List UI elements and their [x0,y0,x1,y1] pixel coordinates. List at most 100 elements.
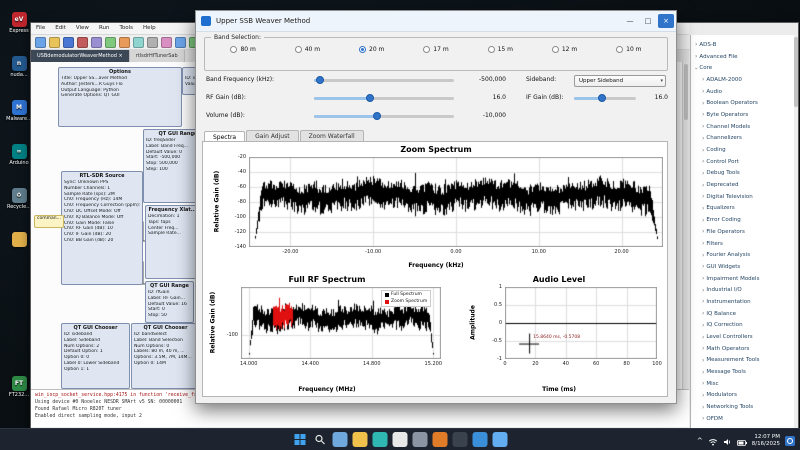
tree-item-fourier-analysis[interactable]: ›Fourier Analysis [691,249,798,261]
block-library-scrollbar[interactable] [794,35,798,428]
tree-item-adalm-2000[interactable]: ›ADALM-2000 [691,74,798,86]
tree-item-digital-television[interactable]: ›Digital Television [691,191,798,203]
tree-item-message-tools[interactable]: ›Message Tools [691,366,798,378]
slider-handle[interactable] [598,94,606,102]
tree-item-byte-operators[interactable]: ›Byte Operators [691,109,798,121]
block-freq-xlating[interactable]: Frequency Xlat...Decimation: 1Taps: taps… [145,205,200,279]
tree-item-filters[interactable]: ›Filters [691,238,798,250]
minimize-button[interactable]: — [622,14,638,28]
sideband-dropdown[interactable]: Upper Sideband ▾ [574,75,666,87]
cut-toolbar-button[interactable] [105,37,116,48]
undo-toolbar-button[interactable] [147,37,158,48]
redo-toolbar-button[interactable] [161,37,172,48]
open-toolbar-button[interactable] [49,37,60,48]
audio-level-plot[interactable] [505,287,657,359]
code-editor-icon[interactable] [473,432,488,447]
volume-slider[interactable] [314,109,454,123]
block-rtlsdr-source[interactable]: RTL-SDR SourceSync: Unknown PPSNumber Ch… [61,171,143,285]
close-toolbar-button[interactable] [77,37,88,48]
search-button-icon[interactable] [313,432,328,447]
print-toolbar-button[interactable] [91,37,102,48]
taskbar-clock[interactable]: 12:07 PM 8/16/2025 [752,434,780,447]
band-radio-17-m[interactable]: 17 m [423,46,448,53]
tree-item-modulators[interactable]: ›Modulators [691,390,798,402]
tree-item-file-operators[interactable]: ›File Operators [691,226,798,238]
slider-handle[interactable] [366,94,374,102]
tree-item-boolean-operators[interactable]: ›Boolean Operators [691,97,798,109]
dialog-title-bar[interactable]: Upper SSB Weaver Method —□× [196,11,676,32]
band-radio-40-m[interactable]: 40 m [295,46,320,53]
tree-item-deprecated[interactable]: ›Deprecated [691,179,798,191]
tree-item-instrumentation[interactable]: ›Instrumentation [691,296,798,308]
menu-help[interactable]: Help [138,23,161,34]
tree-item-coding[interactable]: ›Coding [691,144,798,156]
tree-item-equalizers[interactable]: ›Equalizers [691,203,798,215]
tree-item-control-port[interactable]: ›Control Port [691,156,798,168]
band-radio-80-m[interactable]: 80 m [230,46,255,53]
flowgraph-tab-usbdemodulatorweavermethod[interactable]: USBdemodulatorWeaverMethod × [31,50,130,62]
band-radio-20-m[interactable]: 20 m [359,46,384,53]
if-gain-slider[interactable] [574,91,636,105]
block-chooser-band[interactable]: QT GUI ChooserID: bandSelectLabel: Band … [131,323,200,389]
menu-view[interactable]: View [71,23,94,34]
zoom-spectrum-plot[interactable] [249,157,663,247]
browser-icon[interactable] [393,432,408,447]
band-radio-10-m[interactable]: 10 m [616,46,641,53]
tree-item-gui-widgets[interactable]: ›GUI Widgets [691,261,798,273]
battery-icon[interactable] [737,431,747,450]
menu-run[interactable]: Run [94,23,115,34]
tree-item-math-operators[interactable]: ›Math Operators [691,343,798,355]
tree-item-audio[interactable]: ›Audio [691,86,798,98]
start-button-icon[interactable] [293,432,308,447]
tree-item-iq-balance[interactable]: ›IQ Balance [691,308,798,320]
edge-browser-icon[interactable] [373,432,388,447]
tree-item-level-controllers[interactable]: ›Level Controllers [691,331,798,343]
paste-toolbar-button[interactable] [133,37,144,48]
task-view-button-icon[interactable] [333,432,348,447]
volume-icon[interactable] [723,431,732,450]
flowgraph-tab-rtlsdrhftunersab[interactable]: rtlsdrHfTunerSab [130,50,185,62]
tree-item-misc[interactable]: ›Misc [691,378,798,390]
slider-handle[interactable] [373,112,381,120]
mail-icon[interactable] [493,432,508,447]
file-explorer-icon[interactable] [353,432,368,447]
band-radio-15-m[interactable]: 15 m [488,46,513,53]
rf-gain-slider[interactable] [314,91,454,105]
settings-icon[interactable] [413,432,428,447]
block-commands-note[interactable]: comman... [34,215,64,228]
close-button[interactable]: × [658,14,674,28]
block-chooser-sideband[interactable]: QT GUI ChooserID: sidebandLabel: Sideban… [61,323,130,389]
tree-item-advanced-file[interactable]: ›Advanced File [691,51,798,63]
tree-item-channel-models[interactable]: ›Channel Models [691,121,798,133]
maximize-button[interactable]: □ [640,14,656,28]
tree-item-error-coding[interactable]: ›Error Coding [691,214,798,226]
save-toolbar-button[interactable] [63,37,74,48]
notification-badge[interactable] [785,436,795,446]
tree-item-industrial-i-o[interactable]: ›Industrial I/O [691,284,798,296]
find-toolbar-button[interactable] [175,37,186,48]
tree-item-core[interactable]: ›Core [691,62,798,74]
tray-chevron-icon[interactable]: ^ [697,437,703,445]
tree-item-ofdm[interactable]: ›OFDM [691,413,798,425]
band-frequency-slider[interactable] [314,73,454,87]
tree-item-ads-b[interactable]: ›ADS-B [691,39,798,51]
menu-file[interactable]: File [31,23,50,34]
tree-item-channelizers[interactable]: ›Channelizers [691,133,798,145]
canvas-scrollbar[interactable] [682,62,690,389]
menu-tools[interactable]: Tools [114,23,138,34]
tree-item-measurement-tools[interactable]: ›Measurement Tools [691,355,798,367]
tree-item-iq-correction[interactable]: ›IQ Correction [691,320,798,332]
new-toolbar-button[interactable] [35,37,46,48]
block-rf-gain-range[interactable]: QT GUI RangeID: rfGainLabel: RF Gain...D… [145,281,194,323]
gnuradio-app-icon[interactable] [433,432,448,447]
wifi-icon[interactable] [708,431,718,450]
tree-item-networking-tools[interactable]: ›Networking Tools [691,401,798,413]
tree-item-impairment-models[interactable]: ›Impairment Models [691,273,798,285]
terminal-icon[interactable] [453,432,468,447]
slider-handle[interactable] [316,76,324,84]
tree-item-debug-tools[interactable]: ›Debug Tools [691,168,798,180]
menu-edit[interactable]: Edit [50,23,71,34]
copy-toolbar-button[interactable] [119,37,130,48]
band-radio-12-m[interactable]: 12 m [552,46,577,53]
block-options[interactable]: OptionsTitle: Upper SS...aver MethodAuth… [58,67,182,127]
